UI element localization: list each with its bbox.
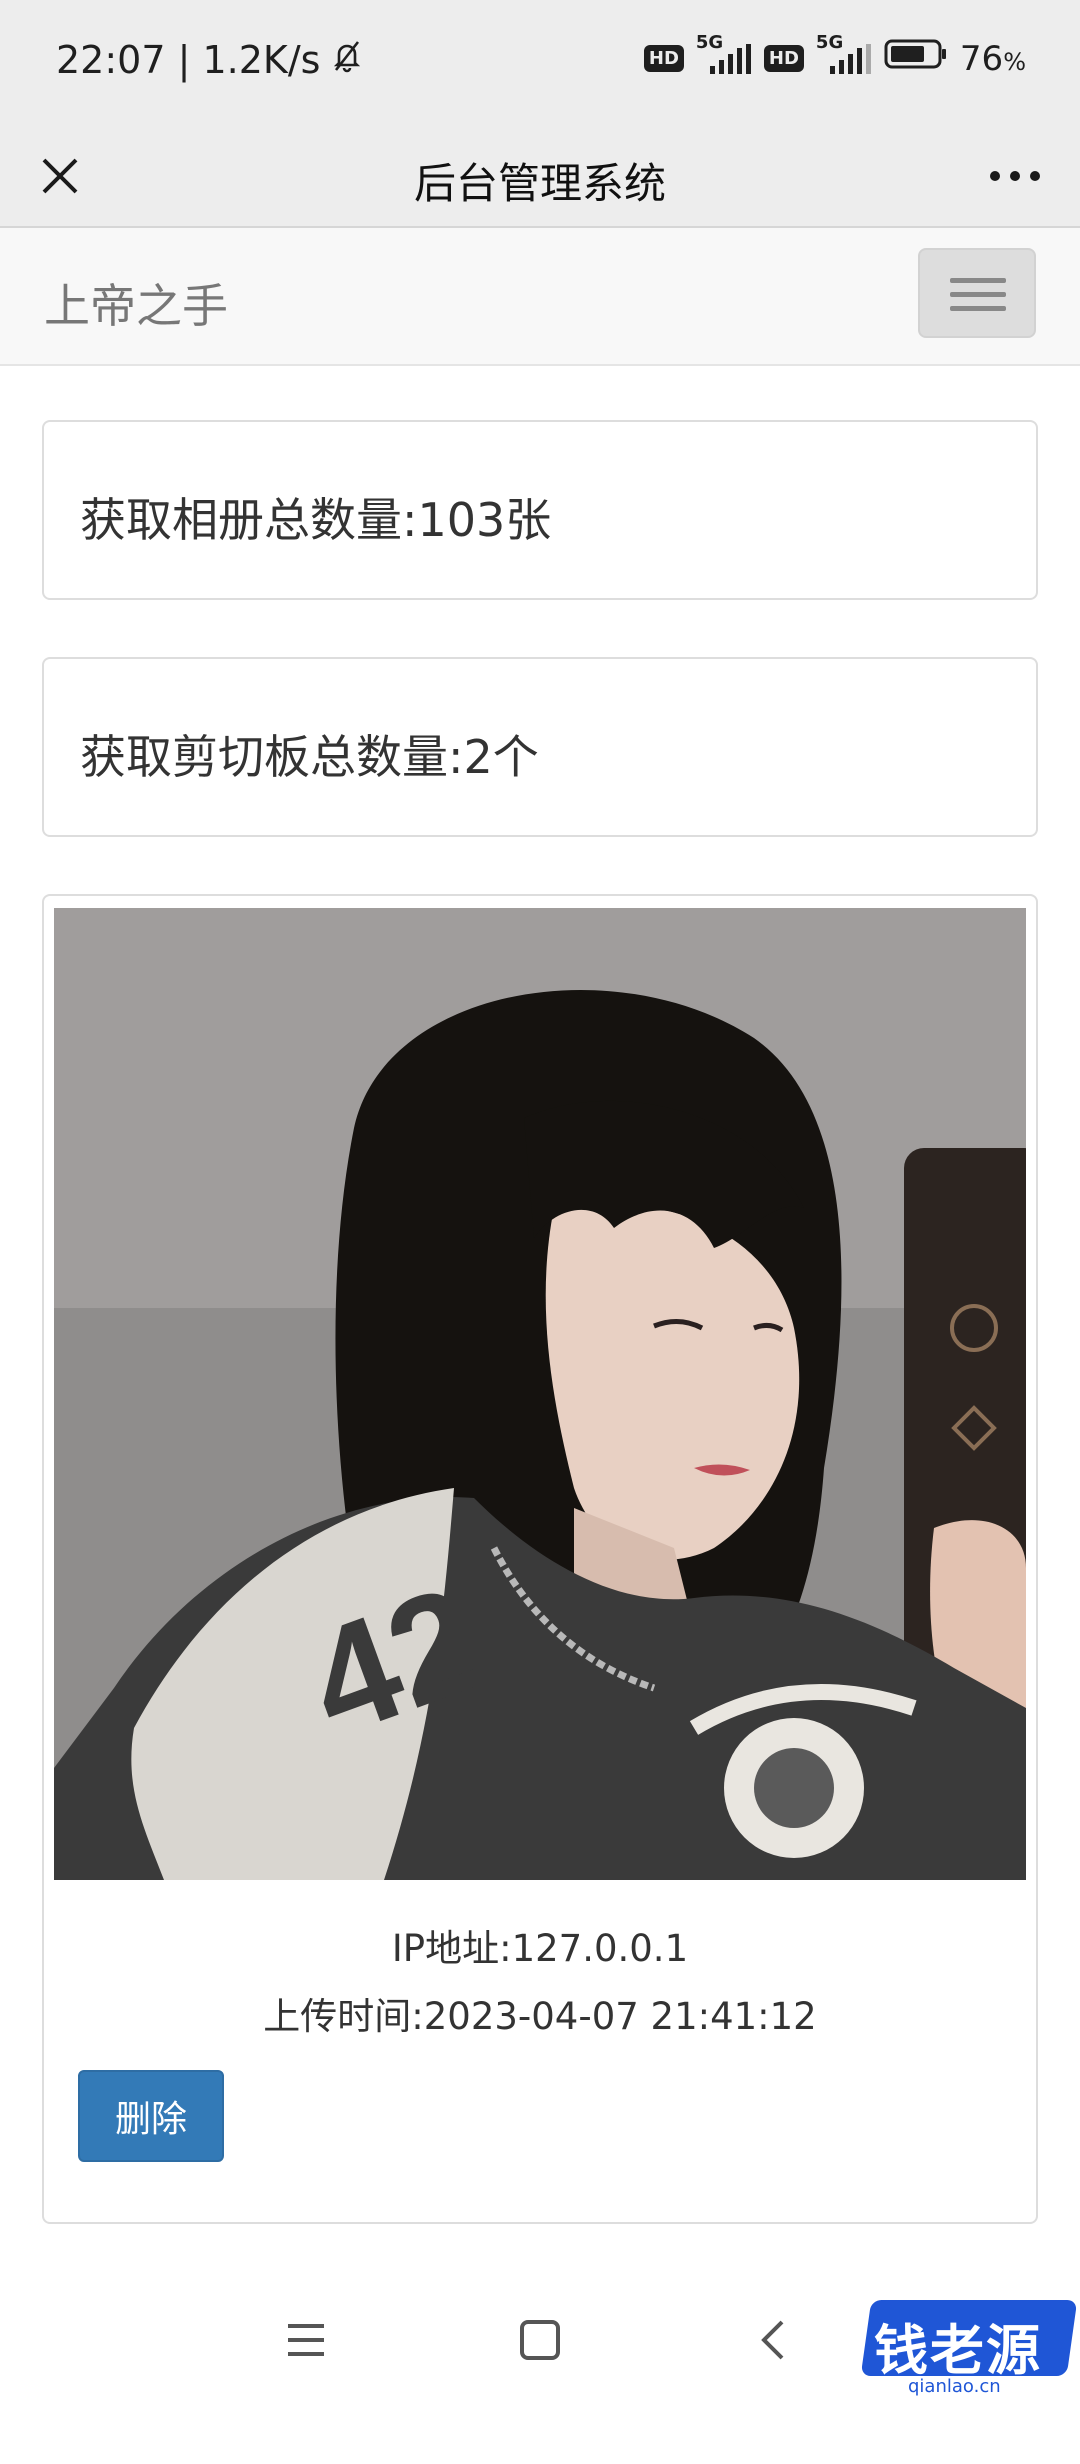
status-bar: 22:07 | 1.2K/s HD 5G HD 5G 76% [0,0,1080,126]
uploaded-photo[interactable]: 42 [54,908,1026,1880]
bell-off-icon [330,38,364,82]
delete-button[interactable]: 删除 [78,2070,224,2162]
battery-unit: % [1003,47,1026,76]
clipboard-count-text: 获取剪切板总数量:2个 [80,730,539,784]
album-count-text: 获取相册总数量:103张 [80,493,552,547]
clipboard-count-card: 获取剪切板总数量:2个 [42,657,1038,837]
back-chevron-icon [761,2320,784,2360]
status-right: HD 5G HD 5G 76% [643,32,1026,79]
page-title: 后台管理系统 [413,159,666,208]
home-square-icon [520,2320,560,2360]
hamburger-icon [950,278,1006,283]
watermark-domain: qianlao.cn [908,2376,1001,2397]
status-left: 22:07 | 1.2K/s [56,38,364,82]
hamburger-bar [950,306,1006,311]
signal-icon: 5G [696,32,752,74]
photo-upload-time: 上传时间:2023-04-07 21:41:12 [263,1995,817,2038]
back-nav-button[interactable] [744,2310,804,2370]
signal-icon-2: 5G [816,32,872,74]
hd-badge-2: HD [763,45,804,72]
battery-icon [884,38,948,79]
hamburger-bar [950,292,1006,297]
title-bar: 后台管理系统 [0,126,1080,228]
home-nav-button[interactable] [510,2310,570,2370]
photo-ip: IP地址:127.0.0.1 [391,1927,689,1970]
hd-badge: HD [643,45,684,72]
status-time-speed: 22:07 | 1.2K/s [56,38,321,82]
photo-card: 42 IP地址:127.0.0.1 上传时间:2023-04-07 21:41:… [42,894,1038,2224]
battery-percent: 76 [959,38,1004,79]
navbar-toggle-button[interactable] [918,248,1036,338]
menu-nav-button[interactable] [276,2310,336,2370]
more-dots-icon [990,171,1040,181]
navbar-brand[interactable]: 上帝之手 [44,270,228,336]
photo-illustration: 42 [54,908,1026,1880]
more-options-button[interactable] [980,146,1050,206]
network-type-label: 5G [695,31,724,53]
navbar: 上帝之手 [0,228,1080,366]
menu-icon [288,2324,324,2356]
watermark-logo: 钱老源码 qianlao.cn [858,2292,1080,2461]
network-type-label-2: 5G [815,31,844,53]
album-count-card: 获取相册总数量:103张 [42,420,1038,600]
battery-level: 76% [960,39,1026,79]
